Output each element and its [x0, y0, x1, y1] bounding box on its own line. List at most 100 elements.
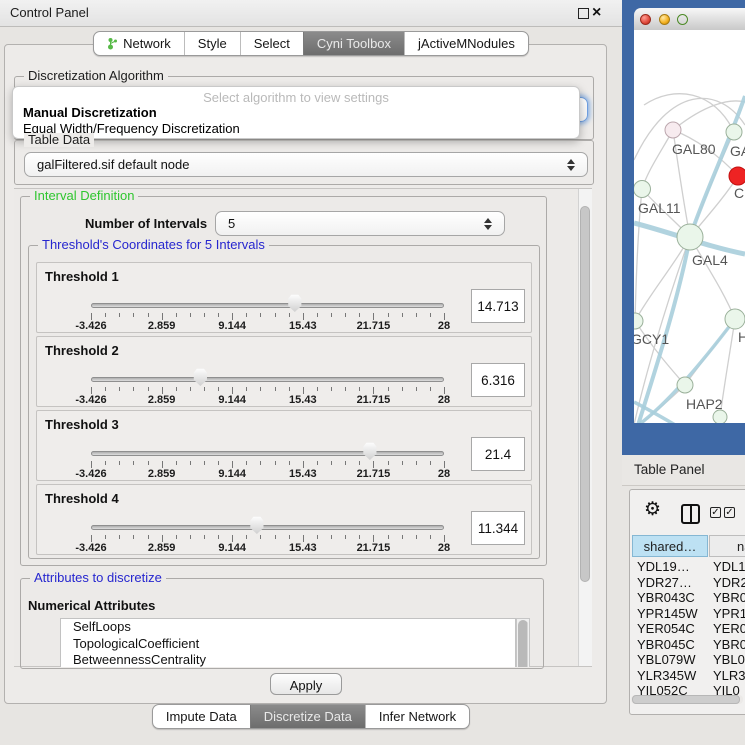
numerical-attributes-list[interactable]: SelfLoopsTopologicalCoefficientBetweenne… [60, 618, 516, 667]
table-data-combobox[interactable]: galFiltered.sif default node [24, 152, 588, 177]
slider-track[interactable] [91, 451, 444, 456]
tab-label: Network [123, 32, 171, 55]
tick-mark [402, 535, 403, 539]
slider-track[interactable] [91, 303, 444, 308]
vertical-scrollbar-thumb[interactable] [580, 206, 590, 582]
network-node-label: GA [730, 143, 745, 159]
network-node[interactable] [677, 377, 693, 393]
tab-infer-network[interactable]: Infer Network [365, 705, 469, 728]
tab-impute-data[interactable]: Impute Data [153, 705, 250, 728]
gear-icon[interactable]: ⚙ [644, 498, 661, 521]
threshold-value-field[interactable]: 21.4 [471, 437, 525, 471]
tick-mark [148, 387, 149, 391]
attribute-list-item[interactable]: SelfLoops [61, 619, 515, 636]
slider-thumb[interactable] [249, 516, 264, 534]
slider-thumb[interactable] [287, 294, 302, 312]
top-tab-bar: Network StyleSelectCyni ToolboxjActiveMNo… [0, 31, 622, 56]
checkbox-icon[interactable]: ✓ [724, 507, 735, 518]
tick-mark [416, 387, 417, 391]
tick-mark [345, 313, 346, 317]
network-node[interactable] [729, 167, 745, 185]
network-node[interactable] [665, 122, 681, 138]
tick-mark [444, 313, 445, 320]
network-node[interactable] [725, 309, 745, 329]
tab-jactivemnodules[interactable]: jActiveMNodules [404, 32, 528, 55]
network-node[interactable] [634, 313, 643, 329]
table-row-shared-name[interactable]: YBR045C [637, 637, 717, 652]
minimize-traffic-light-icon[interactable] [659, 14, 670, 25]
network-node[interactable] [677, 224, 703, 250]
table-panel-titlebar: Table Panel [622, 455, 745, 486]
table-row-name[interactable]: YBR0 [713, 637, 745, 652]
tab-network[interactable]: Network [94, 32, 184, 55]
slider-thumb[interactable] [193, 368, 208, 386]
tick-label: 2.859 [132, 468, 192, 480]
table-row-name[interactable]: YBL0 [713, 652, 745, 667]
table-row-shared-name[interactable]: YDL19… [637, 559, 717, 574]
tick-mark [218, 461, 219, 465]
network-node[interactable] [726, 124, 742, 140]
table-row-name[interactable]: YER0 [713, 621, 745, 636]
apply-button[interactable]: Apply [270, 673, 342, 695]
threshold-value-field[interactable]: 14.713 [471, 289, 525, 323]
columns-icon[interactable] [681, 504, 700, 524]
tick-mark [246, 313, 247, 317]
table-row-name[interactable]: YDR2 [713, 575, 745, 590]
column-header-name[interactable]: na [709, 535, 745, 557]
threshold-panel-1: Threshold 1-3.4262.8599.14415.4321.71528… [36, 262, 532, 333]
threshold-value-field[interactable]: 6.316 [471, 363, 525, 397]
tick-label: -3.426 [61, 542, 121, 554]
algorithm-option-manual[interactable]: Manual Discretization [23, 105, 157, 120]
tick-label: 28 [414, 468, 474, 480]
network-canvas[interactable]: GAL80GACGAL11GAL4GCY1HHAP2 [634, 30, 745, 423]
tab-cyni-toolbox[interactable]: Cyni Toolbox [303, 32, 404, 55]
tick-mark [119, 313, 120, 317]
zoom-traffic-light-icon[interactable] [677, 14, 688, 25]
network-node-label: HAP2 [686, 396, 723, 412]
tab-select[interactable]: Select [240, 32, 303, 55]
attribute-list-item[interactable]: TopologicalCoefficient [61, 636, 515, 653]
tick-mark [345, 387, 346, 391]
table-row-name[interactable]: YBR0 [713, 590, 745, 605]
attribute-list-item[interactable]: BetweennessCentrality [61, 652, 515, 667]
tick-mark [260, 387, 261, 391]
table-row-name[interactable]: YDL1 [713, 559, 745, 574]
tick-label: 28 [414, 320, 474, 332]
close-traffic-light-icon[interactable] [640, 14, 651, 25]
tick-mark [317, 387, 318, 391]
column-header-shared-name[interactable]: shared… [632, 535, 708, 557]
tick-mark [444, 387, 445, 394]
table-row-shared-name[interactable]: YBR043C [637, 590, 717, 605]
tick-mark [430, 387, 431, 391]
tab-style[interactable]: Style [184, 32, 240, 55]
float-window-icon[interactable] [578, 8, 589, 19]
number-of-intervals-combobox[interactable]: 5 [215, 211, 505, 236]
tick-mark [289, 387, 290, 391]
network-node[interactable] [634, 181, 651, 198]
screen: { "control_panel": { "title": "Control P… [0, 0, 745, 745]
table-row-shared-name[interactable]: YPR145W [637, 606, 717, 621]
table-row-shared-name[interactable]: YER054C [637, 621, 717, 636]
checkbox-icon[interactable]: ✓ [710, 507, 721, 518]
close-icon[interactable]: × [592, 3, 601, 23]
horizontal-scrollbar-track[interactable] [631, 695, 743, 704]
network-node-label: GAL80 [672, 141, 716, 157]
tick-mark [105, 535, 106, 539]
tick-mark [359, 461, 360, 465]
tick-mark [162, 387, 163, 394]
horizontal-scrollbar-thumb[interactable] [632, 695, 740, 704]
tab-discretize-data[interactable]: Discretize Data [250, 705, 365, 728]
table-row-shared-name[interactable]: YBL079W [637, 652, 717, 667]
tick-mark [275, 387, 276, 391]
table-row-shared-name[interactable]: YDR27… [637, 575, 717, 590]
tick-mark [232, 387, 233, 394]
slider-track[interactable] [91, 377, 444, 382]
tick-mark [190, 313, 191, 317]
tick-mark [289, 313, 290, 317]
slider-thumb[interactable] [362, 442, 377, 460]
table-row-shared-name[interactable]: YLR345W [637, 668, 717, 683]
table-row-name[interactable]: YLR3 [713, 668, 745, 683]
table-row-name[interactable]: YPR1 [713, 606, 745, 621]
slider-track[interactable] [91, 525, 444, 530]
threshold-value-field[interactable]: 11.344 [471, 511, 525, 545]
